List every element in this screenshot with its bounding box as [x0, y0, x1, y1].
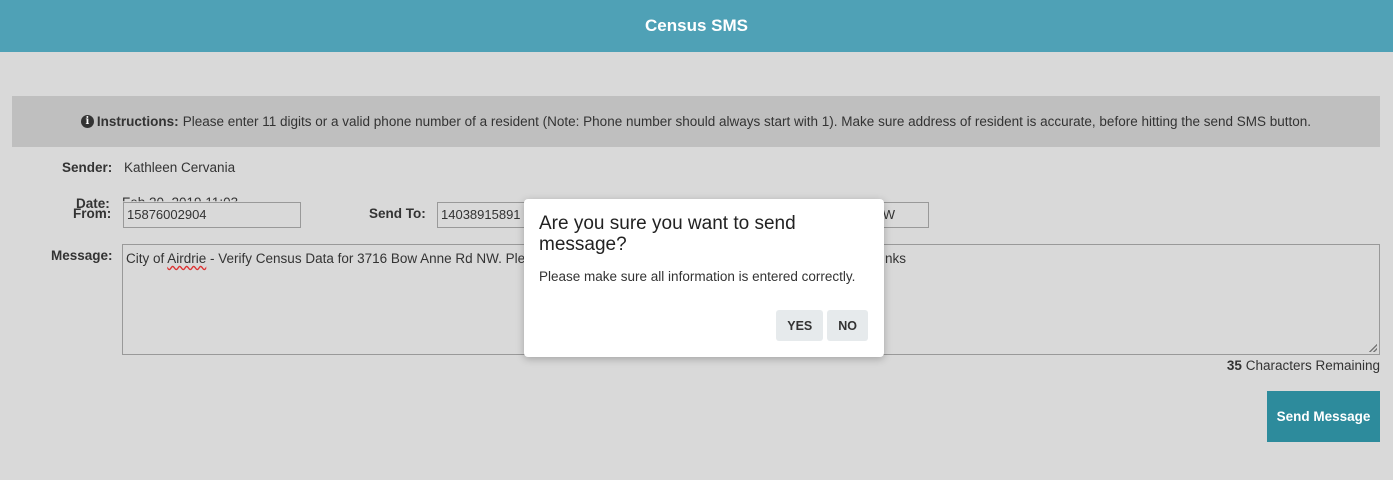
info-circle-icon: i	[80, 115, 94, 128]
page-header: Census SMS	[0, 0, 1393, 52]
message-label: Message:	[51, 248, 113, 263]
dialog-buttons: YES NO	[776, 310, 868, 341]
remaining-count: 35	[1226, 358, 1242, 373]
no-button[interactable]: NO	[827, 310, 868, 341]
instructions-banner: i Instructions: Please enter 11 digits o…	[12, 96, 1380, 147]
message-text-prefix: City of	[126, 251, 168, 266]
instructions-label: Instructions:	[96, 114, 179, 129]
from-input[interactable]: 15876002904	[123, 202, 301, 228]
resize-handle-icon[interactable]	[1369, 344, 1377, 352]
dialog-message: Please make sure all information is ente…	[539, 269, 856, 284]
send-to-label: Send To:	[369, 206, 426, 221]
message-text-misspelled: Airdrie	[167, 251, 207, 266]
send-message-button[interactable]: Send Message	[1267, 391, 1380, 442]
sender-value: Kathleen Cervania	[124, 160, 236, 175]
from-label: From:	[73, 206, 112, 221]
remaining-text: Characters Remaining	[1241, 358, 1380, 373]
instructions-text: Please enter 11 digits or a valid phone …	[182, 114, 1312, 129]
page-title: Census SMS	[645, 16, 748, 35]
sender-label: Sender:	[62, 160, 113, 175]
dialog-title: Are you sure you want to send message?	[539, 213, 796, 255]
characters-remaining: 35 Characters Remaining	[1227, 358, 1380, 373]
confirm-dialog: Are you sure you want to send message? P…	[524, 199, 884, 357]
yes-button[interactable]: YES	[776, 310, 824, 341]
message-text-body: - Verify Census Data for 3716 Bow Anne R…	[206, 251, 526, 266]
message-text-tail: nks	[885, 251, 907, 266]
